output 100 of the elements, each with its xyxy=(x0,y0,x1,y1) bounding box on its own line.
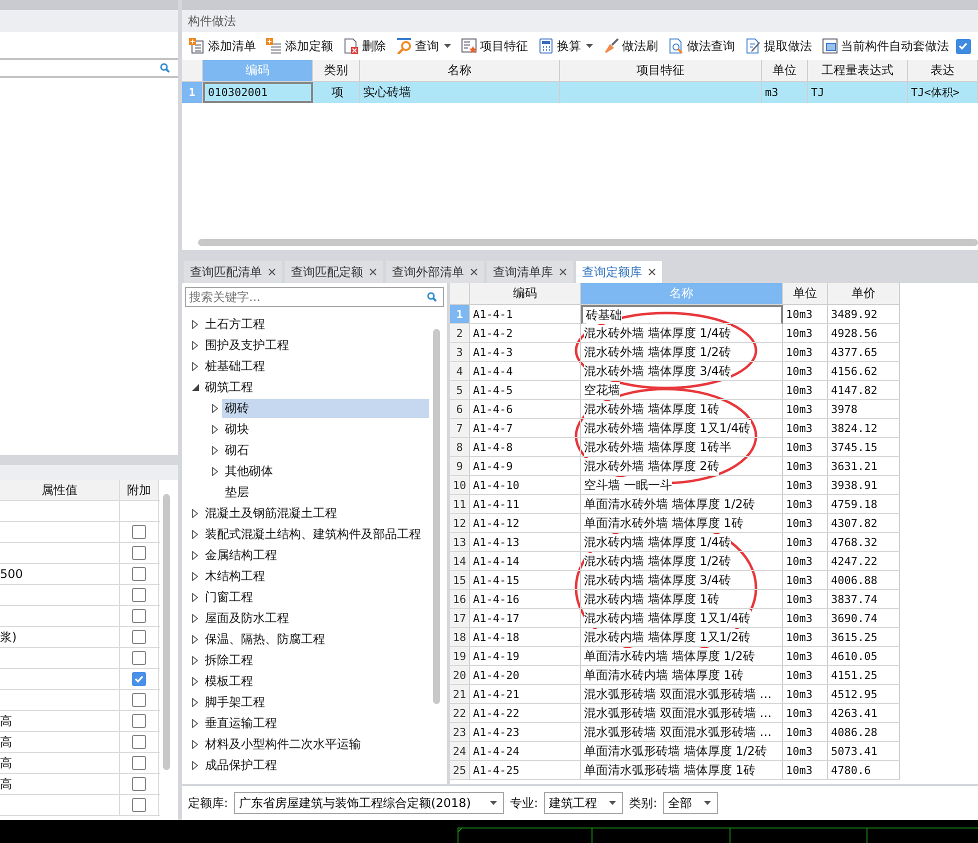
close-icon[interactable] xyxy=(559,268,567,276)
tree-item[interactable]: 屋面及防水工程 xyxy=(202,609,292,628)
row-number[interactable]: 19 xyxy=(450,647,470,666)
collapsed-icon[interactable] xyxy=(212,404,218,413)
column-header[interactable]: 类别 xyxy=(313,60,360,82)
checkbox[interactable] xyxy=(132,630,146,644)
checkbox[interactable] xyxy=(132,546,146,560)
tree-item[interactable]: 砌砖 xyxy=(222,399,429,418)
column-header[interactable]: 表达 xyxy=(908,60,978,82)
tree-item[interactable]: 木结构工程 xyxy=(202,567,268,586)
collapsed-icon[interactable] xyxy=(192,614,198,623)
tab[interactable]: 查询匹配定额 xyxy=(285,261,383,283)
tree-item[interactable]: 围护及支护工程 xyxy=(202,336,292,355)
collapsed-icon[interactable] xyxy=(212,446,218,455)
collapsed-icon[interactable] xyxy=(192,761,198,770)
row-number[interactable]: 13 xyxy=(450,533,470,552)
row-number[interactable]: 17 xyxy=(450,609,470,628)
row-number[interactable]: 11 xyxy=(450,495,470,514)
row-number[interactable]: 20 xyxy=(450,666,470,685)
checkbox[interactable] xyxy=(132,609,146,623)
checkbox[interactable] xyxy=(132,693,146,707)
collapsed-icon[interactable] xyxy=(192,362,198,371)
tree-item[interactable]: 金属结构工程 xyxy=(202,546,280,565)
checkbox[interactable] xyxy=(132,567,146,581)
row-number[interactable]: 25 xyxy=(450,761,470,780)
collapsed-icon[interactable] xyxy=(192,530,198,539)
column-header[interactable]: 单位 xyxy=(762,60,808,82)
column-header[interactable]: 名称 xyxy=(360,60,560,82)
row-number[interactable]: 14 xyxy=(450,552,470,571)
row-number[interactable]: 4 xyxy=(450,362,470,381)
tab[interactable]: 查询定额库 xyxy=(576,261,662,283)
row-number[interactable]: 7 xyxy=(450,419,470,438)
collapsed-icon[interactable] xyxy=(212,467,218,476)
tree-item[interactable]: 混凝土及钢筋混凝土工程 xyxy=(202,504,340,523)
tree-item[interactable]: 门窗工程 xyxy=(202,588,256,607)
collapsed-icon[interactable] xyxy=(192,698,198,707)
tree-item[interactable]: 砌块 xyxy=(222,420,252,439)
checkbox[interactable] xyxy=(132,525,146,539)
row-number[interactable]: 5 xyxy=(450,381,470,400)
tab[interactable]: 查询清单库 xyxy=(487,261,573,283)
collapsed-icon[interactable] xyxy=(192,635,198,644)
tree-item[interactable]: 土石方工程 xyxy=(202,315,268,334)
row-number[interactable]: 23 xyxy=(450,723,470,742)
row-number[interactable]: 6 xyxy=(450,400,470,419)
row-number[interactable]: 22 xyxy=(450,704,470,723)
row-number[interactable]: 3 xyxy=(450,343,470,362)
checkbox[interactable] xyxy=(132,777,146,791)
column-header[interactable]: 项目特征 xyxy=(560,60,762,82)
collapsed-icon[interactable] xyxy=(192,320,198,329)
row-number[interactable]: 15 xyxy=(450,571,470,590)
column-header[interactable]: 工程量表达式 xyxy=(808,60,908,82)
close-icon[interactable] xyxy=(648,268,656,276)
tree-item[interactable]: 砌筑工程 xyxy=(202,378,256,397)
tree-item[interactable]: 保温、隔热、防腐工程 xyxy=(202,630,328,649)
collapsed-icon[interactable] xyxy=(192,677,198,686)
column-header[interactable]: 单位 xyxy=(783,283,828,305)
tab[interactable]: 查询外部清单 xyxy=(386,261,484,283)
row-number[interactable]: 9 xyxy=(450,457,470,476)
toolbar-button[interactable]: 添加定额 xyxy=(263,36,336,56)
tree-item[interactable]: 垫层 xyxy=(222,483,252,502)
dropdown[interactable]: 广东省房屋建筑与装饰工程综合定额(2018) xyxy=(234,792,504,814)
collapsed-icon[interactable] xyxy=(192,656,198,665)
tree-item[interactable]: 桩基础工程 xyxy=(202,357,268,376)
dropdown[interactable]: 全部 xyxy=(663,792,718,814)
checkbox[interactable] xyxy=(132,756,146,770)
row-number[interactable]: 8 xyxy=(450,438,470,457)
row-number[interactable]: 12 xyxy=(450,514,470,533)
scrollbar[interactable] xyxy=(163,494,170,770)
search-field[interactable]: 搜索关键字... xyxy=(185,287,444,307)
column-header[interactable]: 编码 xyxy=(470,283,581,305)
tree-item[interactable]: 砌石 xyxy=(222,441,252,460)
row-number[interactable]: 2 xyxy=(450,324,470,343)
close-icon[interactable] xyxy=(268,268,276,276)
tree-item[interactable]: 垂直运输工程 xyxy=(202,714,280,733)
row-number[interactable]: 24 xyxy=(450,742,470,761)
expanded-icon[interactable] xyxy=(192,384,198,391)
tree-item[interactable]: 材料及小型构件二次水平运输 xyxy=(202,735,364,754)
checkbox[interactable] xyxy=(956,38,971,54)
collapsed-icon[interactable] xyxy=(192,509,198,518)
tree-item[interactable]: 其他砌体 xyxy=(222,462,276,481)
close-icon[interactable] xyxy=(470,268,478,276)
checkbox[interactable] xyxy=(132,588,146,602)
tab[interactable]: 查询匹配清单 xyxy=(184,261,282,283)
dropdown[interactable]: 建筑工程 xyxy=(544,792,624,814)
checkbox[interactable] xyxy=(132,714,146,728)
row-number[interactable]: 10 xyxy=(450,476,470,495)
row-number[interactable]: 18 xyxy=(450,628,470,647)
collapsed-icon[interactable] xyxy=(212,425,218,434)
scrollbar[interactable] xyxy=(433,329,440,704)
tree-item[interactable]: 成品保护工程 xyxy=(202,756,280,775)
collapsed-icon[interactable] xyxy=(192,719,198,728)
checkbox[interactable] xyxy=(132,672,146,686)
row-number[interactable]: 21 xyxy=(450,685,470,704)
collapsed-icon[interactable] xyxy=(192,572,198,581)
collapsed-icon[interactable] xyxy=(192,593,198,602)
checkbox[interactable] xyxy=(132,798,146,812)
column-header[interactable]: 单价 xyxy=(828,283,900,305)
tree-item[interactable]: 拆除工程 xyxy=(202,651,256,670)
checkbox[interactable] xyxy=(132,735,146,749)
collapsed-icon[interactable] xyxy=(192,341,198,350)
